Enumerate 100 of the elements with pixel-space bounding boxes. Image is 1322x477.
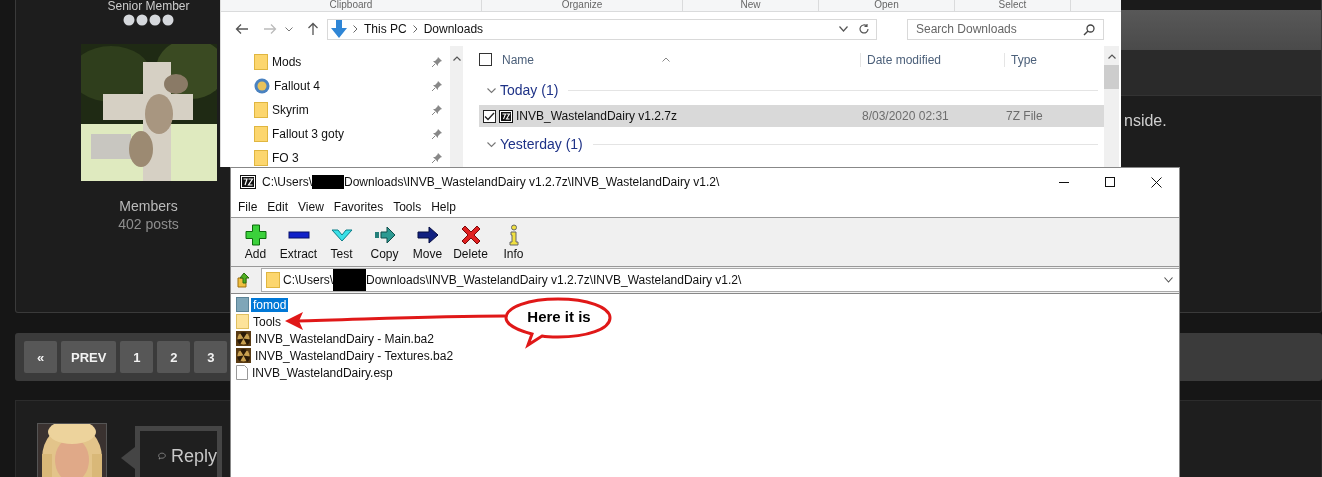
toolbar-button[interactable]: Info: [492, 220, 535, 264]
nav-item[interactable]: Fallout 4: [274, 79, 428, 93]
maximize-icon: [1105, 177, 1115, 187]
download-arrow-icon: [331, 20, 347, 38]
menu-item[interactable]: Tools: [388, 199, 427, 214]
scroll-thumb[interactable]: [1104, 65, 1119, 89]
sort-caret-icon: [662, 57, 670, 62]
up-arrow-icon[interactable]: [307, 22, 319, 36]
close-icon: [1150, 176, 1162, 188]
chevron-down-icon[interactable]: [285, 26, 293, 32]
folder-icon: [254, 126, 268, 142]
nav-item[interactable]: Mods: [272, 55, 428, 69]
folder-icon: [266, 272, 280, 288]
search-field[interactable]: Search Downloads: [907, 18, 1104, 40]
back-arrow-icon[interactable]: [235, 23, 249, 35]
member-group: Members: [119, 198, 178, 214]
folder-icon: [236, 297, 249, 312]
menu-item[interactable]: Edit: [262, 199, 294, 214]
document-icon: [236, 365, 248, 380]
pin-icon[interactable]: [432, 81, 442, 91]
folder-icon: [254, 150, 268, 166]
archive-entry[interactable]: fomod: [251, 297, 289, 312]
toolbar-button[interactable]: Extract: [277, 220, 320, 264]
toolbar-button[interactable]: Move: [406, 220, 449, 264]
chevron-down-icon[interactable]: [487, 85, 496, 95]
column-header[interactable]: Name: [502, 52, 662, 67]
chevron-down-icon[interactable]: [487, 139, 496, 149]
delete-icon: [459, 223, 482, 246]
rank-pips-icon: [122, 14, 175, 26]
rank-title: Senior Member: [107, 0, 190, 13]
app-icon: [240, 175, 256, 189]
page-button[interactable]: PREV: [61, 341, 117, 373]
toolbar-button[interactable]: Delete: [449, 220, 492, 264]
select-all-checkbox[interactable]: [479, 53, 492, 66]
group-header[interactable]: Today (1): [500, 82, 559, 98]
folder-icon: [254, 102, 268, 118]
archive-entry[interactable]: INVB_WastelandDairy - Main.ba2: [253, 331, 436, 346]
reply-field[interactable]: Reply: [135, 426, 222, 477]
search-icon: [1083, 23, 1095, 36]
file-type: 7Z File: [1006, 109, 1043, 123]
pin-icon[interactable]: [432, 105, 442, 115]
menu-item[interactable]: Favorites: [328, 199, 389, 214]
right-arrow-icon: [416, 223, 439, 246]
radiation-icon: [236, 348, 251, 363]
post-text: nside.: [1124, 112, 1168, 130]
pin-icon[interactable]: [432, 153, 442, 163]
window-title: Downloads\INVB_WastelandDairy v1.2.7z\INVB_WastelandDairy v1.2\: [344, 175, 720, 189]
row-checkbox[interactable]: [483, 109, 496, 123]
scrollbar[interactable]: [1104, 46, 1119, 167]
folder-icon: [236, 314, 249, 329]
address-bar[interactable]: This PC Downloads: [327, 18, 877, 40]
chevron-down-icon[interactable]: [839, 26, 848, 32]
radiation-icon: [236, 331, 251, 346]
folder-up-icon[interactable]: [236, 272, 252, 288]
menu-item[interactable]: View: [293, 199, 329, 214]
nav-item[interactable]: FO 3: [272, 151, 428, 165]
ribbon-group-label: Clipboard: [221, 0, 482, 11]
callout-text: Here it is: [526, 308, 592, 325]
scroll-up-icon[interactable]: [452, 56, 461, 61]
scroll-up-icon[interactable]: [1107, 54, 1116, 59]
archive-file-icon: [499, 109, 513, 123]
pin-icon[interactable]: [432, 57, 442, 67]
archive-entry[interactable]: INVB_WastelandDairy - Textures.ba2: [253, 348, 456, 363]
scrollbar[interactable]: [450, 46, 463, 167]
folder-icon: [254, 54, 268, 70]
plus-icon: [244, 223, 267, 246]
menu-item[interactable]: File: [233, 199, 263, 214]
toolbar-button[interactable]: Copy: [363, 220, 406, 264]
page-button[interactable]: 1: [120, 341, 154, 373]
ribbon-group-label: Select: [955, 0, 1071, 11]
menu-item[interactable]: Help: [426, 199, 461, 214]
app-icon: [254, 78, 270, 94]
page-button[interactable]: «: [24, 341, 57, 373]
group-header[interactable]: Yesterday (1): [500, 136, 583, 152]
file-date: 8/03/2020 02:31: [862, 109, 950, 123]
page-button[interactable]: 3: [194, 341, 228, 373]
toolbar-button[interactable]: Test: [320, 220, 363, 264]
redaction-bar: [312, 175, 344, 189]
breadcrumb-item[interactable]: Downloads: [423, 22, 484, 36]
column-header[interactable]: Type: [1004, 52, 1037, 67]
ribbon-group-label: Organize: [482, 0, 683, 11]
archive-entry[interactable]: Tools: [251, 314, 283, 329]
archive-entry[interactable]: INVB_WastelandDairy.esp: [250, 365, 395, 380]
ribbon-group-label: Open: [819, 0, 955, 11]
chevron-right-icon[interactable]: [412, 25, 418, 33]
chevron-right-icon[interactable]: [353, 25, 358, 33]
ribbon-group-label: New: [683, 0, 819, 11]
file-name: INVB_WastelandDairy v1.2.7z: [516, 109, 677, 123]
file-row[interactable]: INVB_WastelandDairy v1.2.7z 8/03/2020 02:31 7Z File: [479, 105, 1104, 127]
path-field[interactable]: C:\Users\ Downloads\INVB_WastelandDairy v1.2.7z\INVB_WastelandDairy v1.2\: [261, 268, 1179, 292]
window-title: C:\Users\: [262, 175, 312, 189]
nav-item[interactable]: Fallout 3 goty: [272, 127, 428, 141]
chevron-down-icon[interactable]: [1164, 277, 1173, 283]
pin-icon[interactable]: [432, 129, 442, 139]
nav-item[interactable]: Skyrim: [272, 103, 428, 117]
refresh-icon[interactable]: [858, 23, 870, 35]
toolbar-button[interactable]: Add: [234, 220, 277, 264]
column-header[interactable]: Date modified: [860, 52, 1004, 67]
page-button[interactable]: 2: [157, 341, 191, 373]
breadcrumb-item[interactable]: This PC: [364, 22, 407, 36]
